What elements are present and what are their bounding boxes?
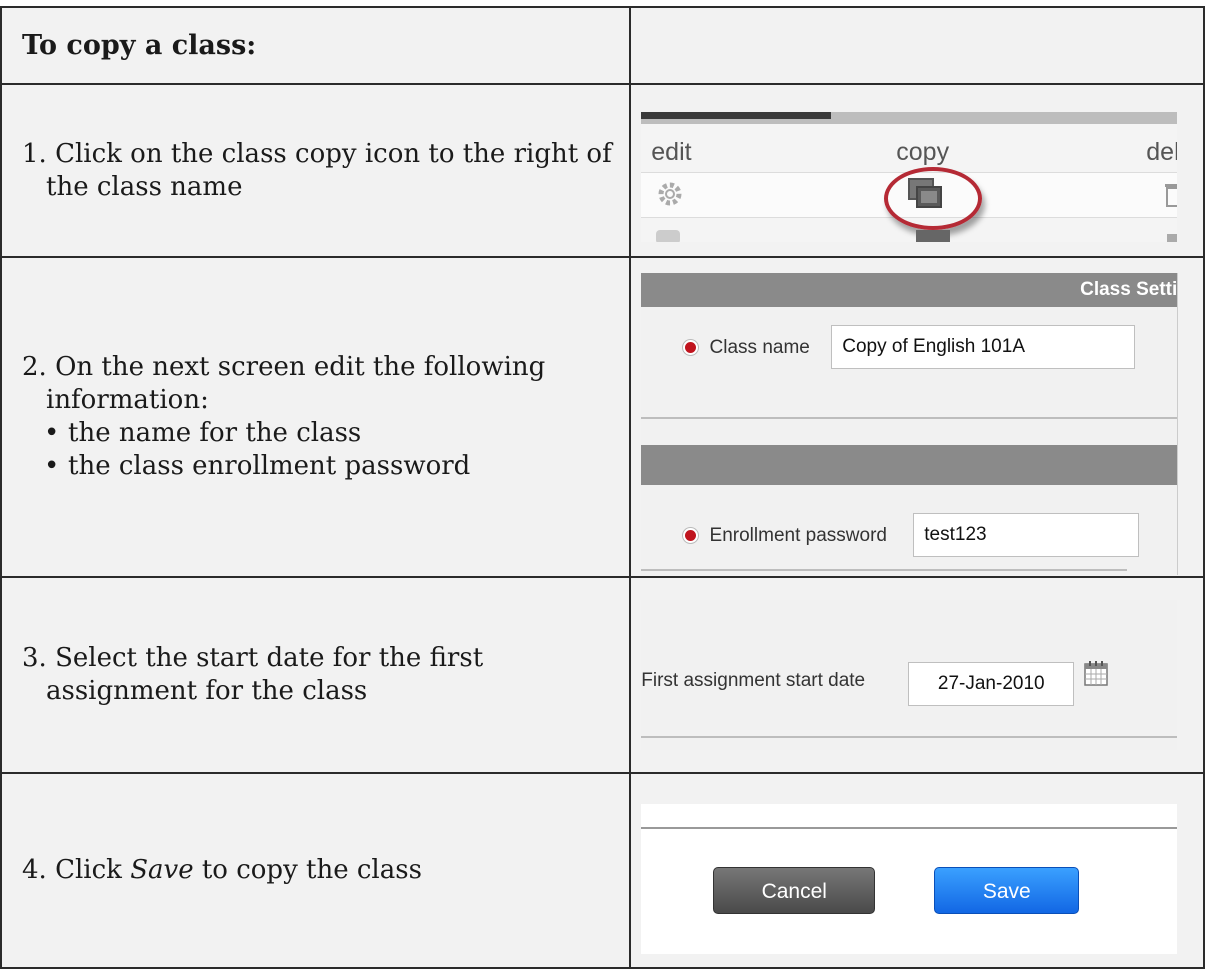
required-icon (683, 528, 699, 544)
save-button[interactable]: Save (934, 867, 1080, 914)
required-icon (683, 340, 699, 356)
trash-icon[interactable] (1163, 180, 1178, 208)
step-4-text: 4. Click Save to copy the class (22, 855, 422, 885)
cancel-button[interactable]: Cancel (713, 867, 876, 914)
instruction-table: To copy a class: 1. Click on the class c… (0, 6, 1205, 969)
class-name-field[interactable]: Copy of English 101A (831, 325, 1136, 369)
save-emphasis: Save (130, 855, 194, 885)
step-4-cell: 4. Click Save to copy the class (0, 772, 632, 969)
trash-icon (1167, 234, 1178, 242)
edit-column-header: edit (651, 138, 692, 166)
start-date-field[interactable]: 27-Jan-2010 (908, 662, 1075, 706)
step-2-bullets: the name for the class the class enrollm… (22, 417, 629, 483)
copy-icon (916, 230, 951, 242)
step-2-cell: 2. On the next screen edit the following… (0, 256, 632, 578)
section-header: Class Setti (641, 273, 1178, 307)
step-4-screenshot: Cancel Save (629, 772, 1205, 969)
step-1-screenshot: edit copy dele (629, 83, 1205, 258)
copy-column-header: copy (896, 138, 950, 166)
step-3-screenshot: First assignment start date 27-Jan-2010 (629, 576, 1205, 774)
gear-icon (656, 230, 681, 242)
section-header (641, 445, 1178, 485)
step-2-text: 2. On the next screen edit the following… (22, 352, 546, 415)
step-2-screenshot: Class Setti Class name Copy of English 1… (629, 256, 1205, 578)
start-date-snippet: First assignment start date 27-Jan-2010 (641, 600, 1178, 750)
highlight-circle (884, 167, 983, 230)
calendar-icon[interactable] (1084, 660, 1109, 686)
start-date-label: First assignment start date (641, 670, 866, 691)
page-title: To copy a class: (22, 29, 257, 61)
class-name-label: Class name (683, 337, 810, 359)
gear-icon[interactable] (656, 180, 684, 208)
list-item: the class enrollment password (44, 450, 629, 483)
step-3-cell: 3. Select the start date for the first a… (0, 576, 632, 774)
list-item: the name for the class (44, 417, 629, 450)
section-title: Class Setti (1080, 279, 1178, 300)
class-settings-snippet: Class Setti Class name Copy of English 1… (641, 273, 1179, 575)
save-buttons-snippet: Cancel Save (641, 804, 1178, 954)
password-field[interactable]: test123 (913, 513, 1140, 557)
step-1-text: 1. Click on the class copy icon to the r… (22, 138, 612, 202)
class-list-snippet: edit copy dele (641, 112, 1178, 242)
heading-cell: To copy a class: (0, 6, 632, 85)
step-3-text: 3. Select the start date for the first a… (22, 643, 484, 706)
delete-column-header: dele (1146, 138, 1177, 166)
step-1-cell: 1. Click on the class copy icon to the r… (0, 83, 632, 258)
password-label: Enrollment password (683, 525, 887, 547)
heading-empty-cell (629, 6, 1205, 85)
